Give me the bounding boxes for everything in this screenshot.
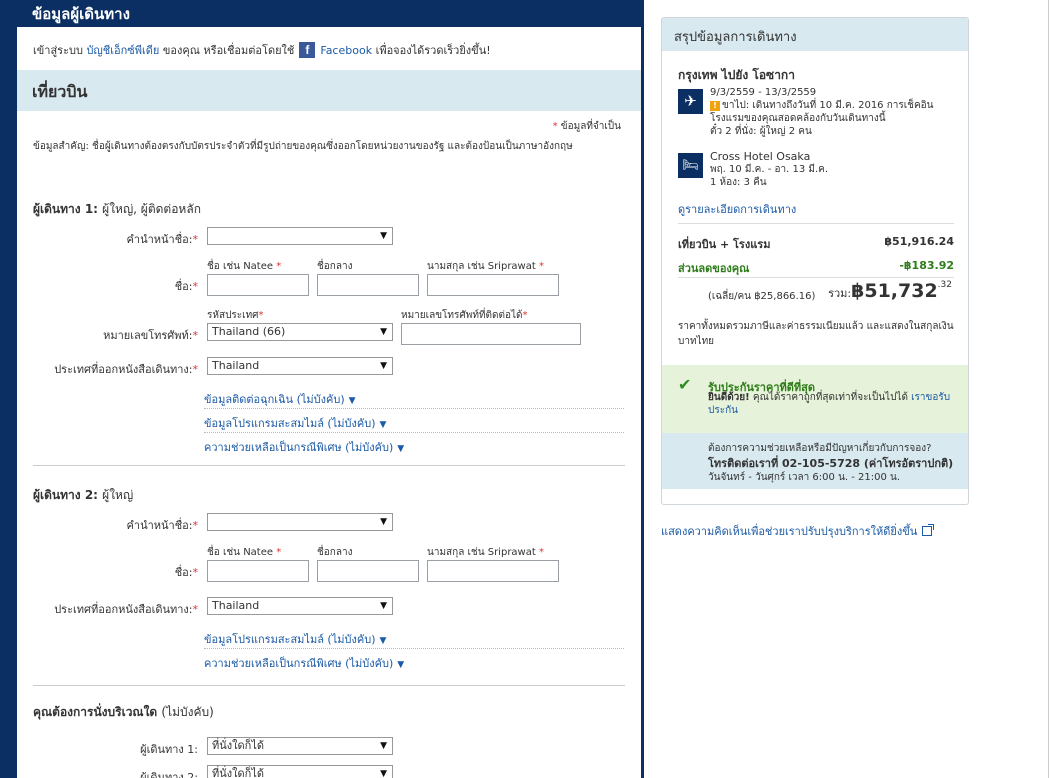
traveler1-title-select[interactable]: ▼ xyxy=(207,227,393,245)
traveler1-first-name-input[interactable] xyxy=(207,274,309,296)
section-divider xyxy=(33,685,625,686)
country-code-label: รหัสประเทศ* xyxy=(207,310,264,321)
trip-details-link[interactable]: ดูรายละเอียดการเดินทาง xyxy=(678,200,796,218)
divider xyxy=(204,432,624,433)
bed-icon: 🛏 xyxy=(678,153,703,178)
seat-p1-label: ผู้เดินทาง 1: xyxy=(140,743,198,756)
help-box: ต้องการความช่วยเหลือหรือมีปัญหาเกี่ยวกับ… xyxy=(662,433,968,489)
chevron-down-icon: ▼ xyxy=(348,396,356,406)
check-icon: ✔ xyxy=(678,375,692,394)
traveler2-last-name-input[interactable] xyxy=(427,560,559,582)
traveler1-passport-label: ประเทศที่ออกหนังสือเดินทาง:* xyxy=(54,363,198,376)
traveler2-title-label: คำนำหน้าชื่อ:* xyxy=(126,519,198,532)
feedback-link[interactable]: แสดงความคิดเห็นเพื่อช่วยเราปรับปรุงบริกา… xyxy=(661,522,935,540)
seating-title: คุณต้องการนั่งบริเวณใด (ไม่บังคับ) xyxy=(33,705,214,719)
avg-per-person: (เฉลี่ย/คน ฿25,866.16) xyxy=(708,291,816,302)
last-name-hint: นามสกุล เช่น Sriprawat * xyxy=(427,261,544,272)
warning-icon: ! xyxy=(710,101,720,111)
guarantee-text: ยินดีด้วย! คุณได้ราคาถูกที่สุดเท่าที่จะเ… xyxy=(708,392,951,416)
traveler2-assist-link[interactable]: ความช่วยเหลือเป็นกรณีพิเศษ (ไม่บังคับ) ▼ xyxy=(204,654,404,672)
emergency-contact-link[interactable]: ข้อมูลติดต่อฉุกเฉิน (ไม่บังคับ) ▼ xyxy=(204,390,356,408)
first-name-hint: ชื่อ เช่น Natee * xyxy=(207,547,282,558)
facebook-link[interactable]: Facebook xyxy=(320,44,372,57)
required-note: * ข้อมูลที่จำเป็น xyxy=(552,121,621,132)
country-code-select[interactable]: Thailand (66) ▼ xyxy=(207,323,393,341)
traveler2-first-name-input[interactable] xyxy=(207,560,309,582)
divider xyxy=(204,408,624,409)
total-price: รวม:฿51,732.32 xyxy=(828,280,952,302)
seat-p2-label: ผู้เดินทาง 2: xyxy=(140,771,198,778)
traveler-form-panel: เข้าสู่ระบบ บัญชีเอ็กซ์พีเดีย ของคุณ หรื… xyxy=(17,27,641,778)
traveler1-passport-select[interactable]: Thailand ▼ xyxy=(207,357,393,375)
traveler2-title: ผู้เดินทาง 2: ผู้ใหญ่ xyxy=(33,488,134,502)
chevron-down-icon: ▼ xyxy=(397,444,405,454)
phone-input[interactable] xyxy=(401,323,581,345)
traveler1-title-label: คำนำหน้าชื่อ:* xyxy=(126,233,198,246)
last-name-hint: นามสกุล เช่น Sriprawat * xyxy=(427,547,544,558)
divider xyxy=(678,223,954,224)
traveler1-loyalty-link[interactable]: ข้อมูลโปรแกรมสะสมไมล์ (ไม่บังคับ) ▼ xyxy=(204,414,386,432)
traveler2-name-label: ชื่อ:* xyxy=(174,566,198,579)
hotel-details: Cross Hotel Osaka พฤ. 10 มี.ค. - อา. 13 … xyxy=(710,150,829,188)
traveler1-middle-name-input[interactable] xyxy=(317,274,419,296)
middle-name-hint: ชื่อกลาง xyxy=(317,547,353,558)
first-name-hint: ชื่อ เช่น Natee * xyxy=(207,261,282,272)
airplane-icon: ✈ xyxy=(678,89,703,114)
flight-details: 9/3/2559 - 13/3/2559 ! ขาไป: เดินทางถึงวั… xyxy=(710,87,934,137)
facebook-icon[interactable]: f xyxy=(299,42,316,58)
window-edge xyxy=(1048,0,1049,778)
important-note: ข้อมูลสำคัญ: ชื่อผู้เดินทางต้องตรงกับบัต… xyxy=(33,141,573,152)
tax-note: ราคาทั้งหมดรวมภาษีและค่าธรรมเนียมแล้ว แล… xyxy=(678,321,954,347)
chevron-down-icon: ▼ xyxy=(397,660,405,670)
traveler2-loyalty-link[interactable]: ข้อมูลโปรแกรมสะสมไมล์ (ไม่บังคับ) ▼ xyxy=(204,630,386,648)
traveler2-title-select[interactable]: ▼ xyxy=(207,513,393,531)
traveler1-last-name-input[interactable] xyxy=(427,274,559,296)
phone-hint: หมายเลขโทรศัพท์ที่ติดต่อได้* xyxy=(401,310,528,321)
traveler2-middle-name-input[interactable] xyxy=(317,560,419,582)
section-divider xyxy=(33,465,625,466)
flight-section-header: เที่ยวบิน xyxy=(17,70,641,111)
price-guarantee-box: ✔ รับประกันราคาที่ดีที่สุด ยินดีด้วย! คุ… xyxy=(662,365,968,433)
section-title: เที่ยวบิน xyxy=(32,82,88,101)
signin-line: เข้าสู่ระบบ บัญชีเอ็กซ์พีเดีย ของคุณ หรื… xyxy=(33,41,491,59)
phone-label: หมายเลขโทรศัพท์:* xyxy=(103,329,198,342)
page-title: ข้อมูลผู้เดินทาง xyxy=(32,5,130,23)
traveler1-title: ผู้เดินทาง 1: ผู้ใหญ่, ผู้ติดต่อหลัก xyxy=(33,202,201,216)
expedia-account-link[interactable]: บัญชีเอ็กซ์พีเดีย xyxy=(86,41,159,59)
traveler2-passport-label: ประเทศที่ออกหนังสือเดินทาง:* xyxy=(54,603,198,616)
summary-header: สรุปข้อมูลการเดินทาง xyxy=(662,18,968,51)
middle-name-hint: ชื่อกลาง xyxy=(317,261,353,272)
divider xyxy=(678,277,954,278)
seat-p1-select[interactable]: ที่นั่งใดก็ได้ ▼ xyxy=(207,737,393,755)
chevron-down-icon: ▼ xyxy=(379,636,387,646)
traveler1-name-label: ชื่อ:* xyxy=(174,280,198,293)
traveler1-assist-link[interactable]: ความช่วยเหลือเป็นกรณีพิเศษ (ไม่บังคับ) ▼ xyxy=(204,438,404,456)
route-title: กรุงเทพ ไปยัง โอซากา xyxy=(678,68,795,82)
trip-summary-panel: สรุปข้อมูลการเดินทาง กรุงเทพ ไปยัง โอซาก… xyxy=(661,17,969,505)
divider xyxy=(204,648,624,649)
external-link-icon xyxy=(922,524,935,536)
left-frame: ข้อมูลผู้เดินทาง เข้าสู่ระบบ บัญชีเอ็กซ์… xyxy=(0,0,644,778)
seat-p2-select[interactable]: ที่นั่งใดก็ได้ ▼ xyxy=(207,765,393,778)
traveler2-passport-select[interactable]: Thailand ▼ xyxy=(207,597,393,615)
summary-title: สรุปข้อมูลการเดินทาง xyxy=(674,30,797,45)
chevron-down-icon: ▼ xyxy=(379,420,387,430)
